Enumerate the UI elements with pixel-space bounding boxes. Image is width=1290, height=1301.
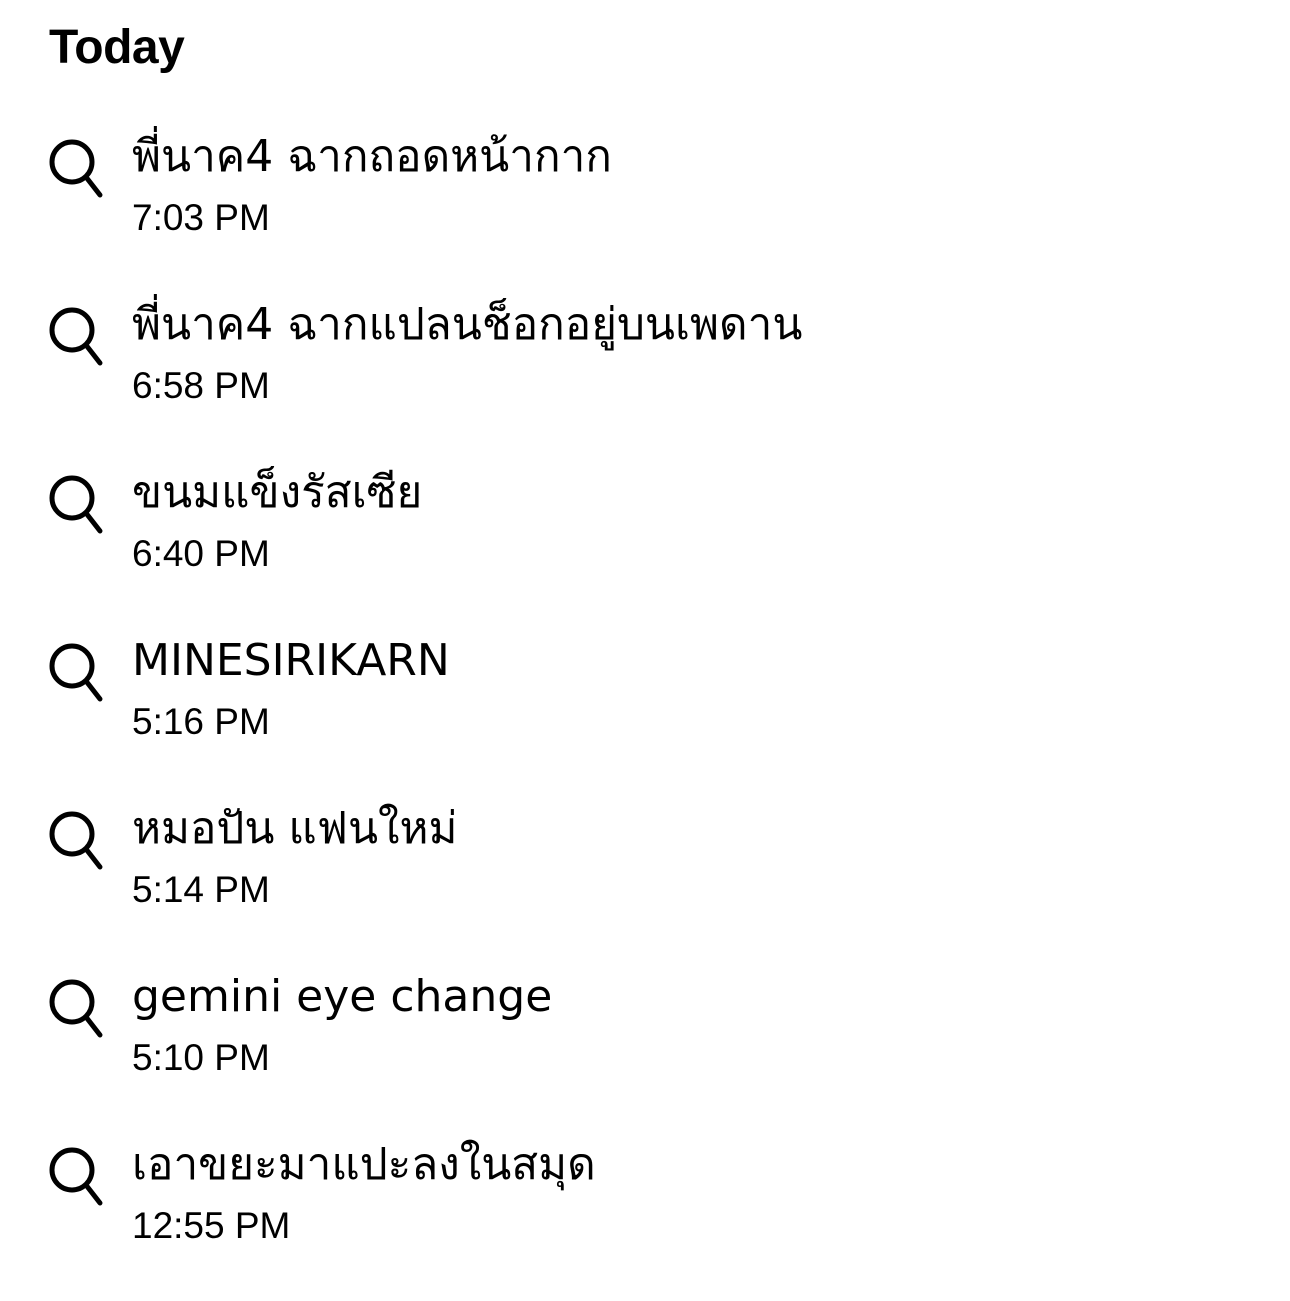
search-query-text: หมอปัน แฟนใหม่ xyxy=(132,803,458,854)
search-icon xyxy=(49,977,105,1043)
search-history-list: พี่นาค4 ฉากถอดหน้ากาก 7:03 PM พี่นาค4 ฉา… xyxy=(0,125,1290,1301)
search-timestamp: 5:16 PM xyxy=(132,701,270,742)
search-query-text: gemini eye change xyxy=(132,971,553,1022)
search-history-item[interactable]: gemini eye change 5:10 PM xyxy=(0,965,1290,1133)
search-history-item[interactable]: ขนมแข็งรัสเซีย 6:40 PM xyxy=(0,461,1290,629)
search-timestamp: 6:58 PM xyxy=(132,365,270,406)
search-query-text: ขนมแข็งรัสเซีย xyxy=(132,467,423,518)
search-icon xyxy=(49,137,105,203)
search-timestamp: 5:14 PM xyxy=(132,869,270,910)
search-icon xyxy=(49,809,105,875)
search-history-item[interactable]: MINESIRIKARN 5:16 PM xyxy=(0,629,1290,797)
search-history-item[interactable]: เอาขยะมาแปะลงในสมุด 12:55 PM xyxy=(0,1133,1290,1301)
search-history-item[interactable]: พี่นาค4 ฉากถอดหน้ากาก 7:03 PM xyxy=(0,125,1290,293)
search-timestamp: 6:40 PM xyxy=(132,533,270,574)
search-history-item[interactable]: พี่นาค4 ฉากแปลนช็อกอยู่บนเพดาน 6:58 PM xyxy=(0,293,1290,461)
search-icon xyxy=(49,473,105,539)
search-icon xyxy=(49,641,105,707)
search-timestamp: 7:03 PM xyxy=(132,197,270,238)
search-history: Today พี่นาค4 ฉากถอดหน้ากาก 7:03 PM พี่น… xyxy=(0,0,1290,1285)
search-timestamp: 5:10 PM xyxy=(132,1037,270,1078)
search-query-text: พี่นาค4 ฉากแปลนช็อกอยู่บนเพดาน xyxy=(132,299,803,350)
search-icon xyxy=(49,1145,105,1211)
section-title-today: Today xyxy=(49,21,185,74)
search-icon xyxy=(49,305,105,371)
search-query-text: MINESIRIKARN xyxy=(132,635,450,686)
search-timestamp: 12:55 PM xyxy=(132,1205,291,1246)
search-query-text: พี่นาค4 ฉากถอดหน้ากาก xyxy=(132,131,612,182)
search-history-item[interactable]: หมอปัน แฟนใหม่ 5:14 PM xyxy=(0,797,1290,965)
search-query-text: เอาขยะมาแปะลงในสมุด xyxy=(132,1139,596,1190)
